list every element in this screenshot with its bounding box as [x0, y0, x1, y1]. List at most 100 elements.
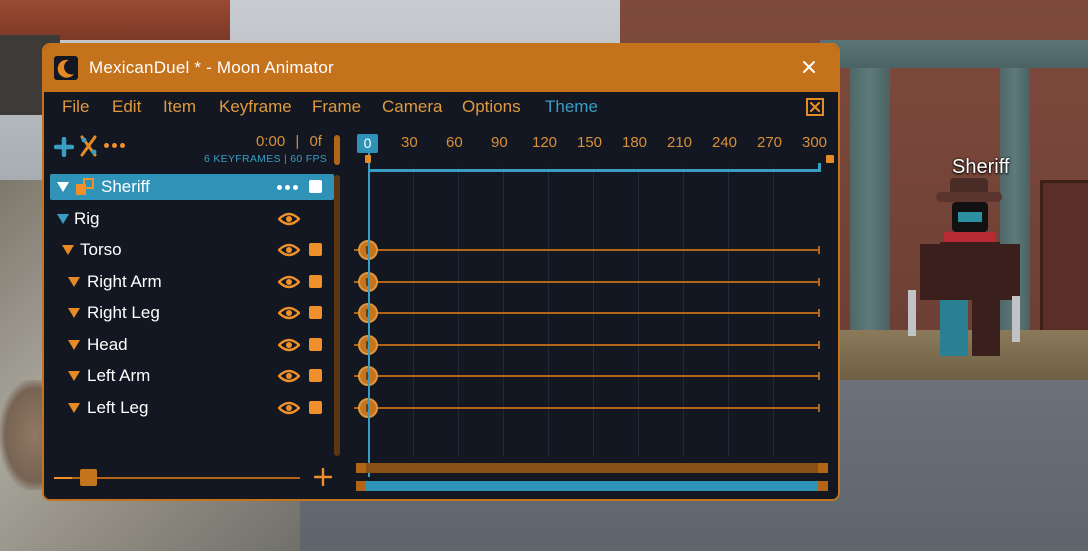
playhead[interactable] — [368, 153, 370, 477]
track-end — [818, 309, 820, 317]
select-box-icon[interactable] — [309, 369, 322, 382]
tick-label: 240 — [712, 134, 738, 151]
collapse-icon[interactable] — [68, 371, 80, 381]
track-left-leg[interactable] — [354, 407, 820, 409]
keyframe-info: 6 KEYFRAMES | 60 FPS — [204, 153, 328, 165]
eye-icon[interactable] — [277, 242, 301, 258]
selection-range[interactable] — [368, 169, 820, 172]
select-box-icon[interactable] — [309, 275, 322, 288]
select-box-icon[interactable] — [309, 180, 322, 193]
npc-name-label: Sheriff — [952, 156, 1010, 178]
collapse-icon[interactable] — [57, 214, 69, 224]
collapse-icon[interactable] — [68, 277, 80, 287]
menu-options[interactable]: Options — [462, 97, 521, 117]
tree-item-rig[interactable]: Rig — [50, 206, 334, 232]
rig-object-icon — [75, 177, 95, 197]
rig-tool-icon[interactable] — [78, 134, 100, 158]
collapse-icon[interactable] — [68, 403, 80, 413]
sheriff-character — [908, 178, 1030, 358]
zoom-out-icon[interactable] — [54, 477, 72, 479]
wooden-post — [850, 40, 890, 360]
tick-label: 180 — [622, 134, 648, 151]
more-options-icon[interactable] — [104, 143, 128, 148]
select-box-icon[interactable] — [309, 306, 322, 319]
frame-value: 0f — [309, 133, 322, 150]
eye-icon[interactable] — [277, 274, 301, 290]
timeline-range-bar[interactable] — [356, 481, 828, 491]
tree-item-sheriff[interactable]: Sheriff — [50, 174, 334, 200]
tree-item-left-leg[interactable]: Left Leg — [50, 395, 334, 421]
tree-item-label: Sheriff — [101, 177, 150, 196]
track-end — [818, 246, 820, 254]
tick-label: 300 — [802, 134, 828, 151]
tree-item-torso[interactable]: Torso — [50, 237, 334, 263]
tree-item-right-leg[interactable]: Right Leg — [50, 300, 334, 326]
select-box-icon[interactable] — [309, 243, 322, 256]
close-icon[interactable] — [798, 56, 820, 78]
tree-item-label: Left Leg — [87, 398, 149, 417]
menu-file[interactable]: File — [62, 97, 89, 117]
eye-icon[interactable] — [277, 211, 301, 227]
zoom-slider-handle[interactable] — [80, 469, 97, 486]
title-bar[interactable]: MexicanDuel * - Moon Animator — [44, 45, 838, 92]
tree-item-label: Left Arm — [87, 366, 151, 385]
menu-frame[interactable]: Frame — [312, 97, 361, 117]
tree-item-label: Torso — [80, 240, 122, 259]
tree-item-head[interactable]: Head — [50, 332, 334, 358]
track-right-leg[interactable] — [354, 312, 820, 314]
tree-item-right-arm[interactable]: Right Arm — [50, 269, 334, 295]
splitter[interactable] — [334, 175, 340, 456]
track-end — [818, 404, 820, 412]
track-head[interactable] — [354, 344, 820, 346]
eye-icon[interactable] — [277, 337, 301, 353]
menu-edit[interactable]: Edit — [112, 97, 141, 117]
menu-item[interactable]: Item — [163, 97, 196, 117]
collapse-icon[interactable] — [68, 308, 80, 318]
selection-range-end[interactable] — [818, 163, 821, 172]
playhead-handle[interactable] — [365, 155, 371, 163]
tree-item-label: Head — [87, 335, 128, 354]
track-end — [818, 341, 820, 349]
menu-camera[interactable]: Camera — [382, 97, 442, 117]
collapse-icon[interactable] — [62, 245, 74, 255]
tick-label: 150 — [577, 134, 603, 151]
collapse-icon[interactable] — [57, 182, 69, 192]
track-torso[interactable] — [354, 249, 820, 251]
porch-beam — [820, 40, 1088, 68]
collapse-icon[interactable] — [68, 340, 80, 350]
more-options-icon[interactable] — [277, 185, 301, 190]
tree-item-label: Right Arm — [87, 272, 162, 291]
door — [1040, 180, 1088, 336]
time-value: 0:00 — [256, 133, 286, 150]
tick-label: 90 — [491, 134, 508, 151]
tick-label: 60 — [446, 134, 463, 151]
current-frame-marker[interactable]: 0 — [357, 134, 378, 153]
select-box-icon[interactable] — [309, 401, 322, 414]
end-frame-handle[interactable] — [826, 155, 834, 163]
track-left-arm[interactable] — [354, 375, 820, 377]
tick-label: 270 — [757, 134, 783, 151]
select-box-icon[interactable] — [309, 338, 322, 351]
menu-keyframe[interactable]: Keyframe — [219, 97, 292, 117]
eye-icon[interactable] — [277, 400, 301, 416]
zoom-slider-track[interactable] — [72, 477, 300, 479]
menu-bar: File Edit Item Keyframe Frame Camera Opt… — [48, 92, 834, 122]
window-title: MexicanDuel * - Moon Animator — [89, 58, 334, 77]
menu-theme[interactable]: Theme — [545, 97, 598, 117]
eye-icon[interactable] — [277, 368, 301, 384]
tree-item-label: Right Leg — [87, 303, 160, 322]
splitter-top[interactable] — [334, 135, 340, 165]
close-panel-icon[interactable] — [806, 98, 824, 116]
add-icon[interactable] — [53, 136, 75, 158]
tree-item-left-arm[interactable]: Left Arm — [50, 363, 334, 389]
time-separator: | — [295, 133, 300, 150]
horizontal-scrollbar[interactable] — [356, 463, 828, 473]
moon-icon — [54, 56, 78, 80]
tree-item-label: Rig — [74, 209, 100, 228]
eye-icon[interactable] — [277, 305, 301, 321]
time-readout: 0:00 | 0f — [256, 133, 322, 150]
track-right-arm[interactable] — [354, 281, 820, 283]
zoom-in-icon[interactable] — [313, 467, 333, 487]
rooftop — [0, 0, 230, 40]
track-end — [818, 278, 820, 286]
